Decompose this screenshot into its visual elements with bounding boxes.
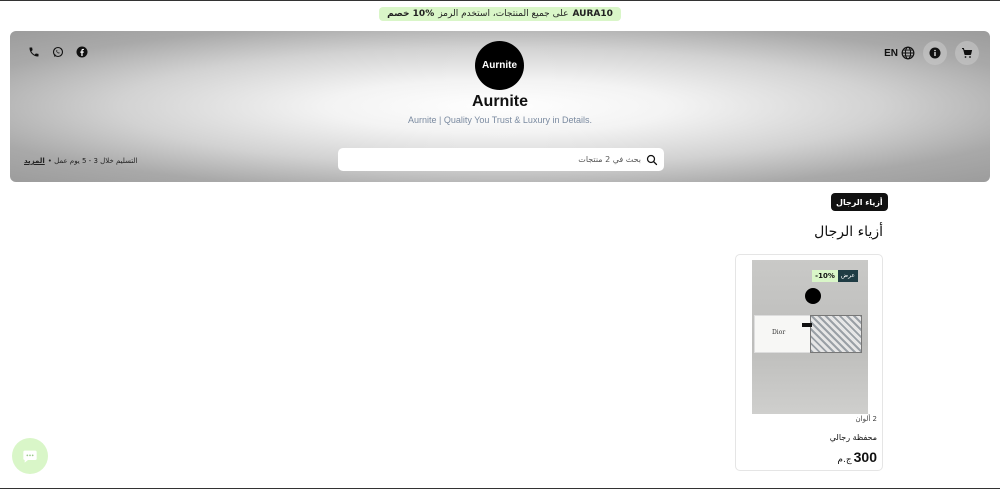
search-input[interactable]: بحث في 2 منتجات (578, 155, 641, 164)
product-image[interactable]: Dior -10% عرض (752, 260, 868, 414)
product-colors: 2 ألوان (855, 415, 877, 423)
promo-code: AURA10 (572, 9, 613, 19)
offer-badge-group: -10% عرض (812, 270, 858, 282)
header-actions: EN (884, 41, 979, 65)
language-label: EN (884, 47, 898, 59)
price-value: 300 (853, 449, 877, 465)
price-currency: ج.م (837, 455, 852, 465)
cart-button[interactable] (955, 41, 979, 65)
whatsapp-icon[interactable] (51, 45, 65, 59)
offer-badge: عرض (837, 270, 858, 282)
product-photo-tag (802, 323, 812, 327)
product-price: 300 ج.م (837, 449, 877, 465)
store-header: EN Aurnite Aurnite Aurnite | Quality You… (10, 31, 990, 182)
category-chip[interactable]: أزياء الرجال (831, 193, 888, 211)
store-logo[interactable]: Aurnite (475, 41, 524, 90)
facebook-icon[interactable] (75, 45, 89, 59)
promo-bar: AURA10 على جميع المنتجات، استخدم الرمز 1… (379, 7, 621, 21)
chat-button[interactable] (12, 438, 48, 474)
product-photo-logo (805, 288, 821, 304)
promo-text: على جميع المنتجات، استخدم الرمز (438, 9, 569, 19)
product-photo-wallet (810, 315, 862, 353)
language-switcher[interactable]: EN (884, 46, 915, 60)
store-name: Aurnite (472, 93, 528, 110)
product-name[interactable]: محفظة رجالي (830, 433, 877, 442)
globe-icon (901, 46, 915, 60)
promo-discount: 10% خصم (387, 9, 435, 19)
store-tagline: Aurnite | Quality You Trust & Luxury in … (408, 115, 592, 125)
phone-icon[interactable] (27, 45, 41, 59)
promo-bar-wrapper: AURA10 على جميع المنتجات، استخدم الرمز 1… (0, 7, 1000, 21)
logo-text: Aurnite (482, 60, 517, 71)
contact-icons (27, 45, 89, 59)
delivery-more-link[interactable]: المزيد (24, 157, 45, 165)
delivery-info: التسليم خلال 3 - 5 يوم عمل • المزيد (24, 157, 137, 165)
search-icon (646, 154, 658, 166)
info-icon (929, 47, 941, 59)
discount-badge: -10% (812, 270, 838, 282)
search-bar[interactable]: بحث في 2 منتجات (338, 148, 664, 171)
product-photo-brand: Dior (772, 329, 786, 336)
delivery-text: التسليم خلال 3 - 5 يوم عمل • (47, 157, 138, 165)
section-title: أزياء الرجال (814, 224, 883, 240)
cart-icon (961, 47, 973, 59)
chat-icon (22, 448, 38, 464)
product-card[interactable]: Dior -10% عرض 2 ألوان محفظة رجالي 300 ج.… (735, 254, 883, 471)
info-button[interactable] (923, 41, 947, 65)
